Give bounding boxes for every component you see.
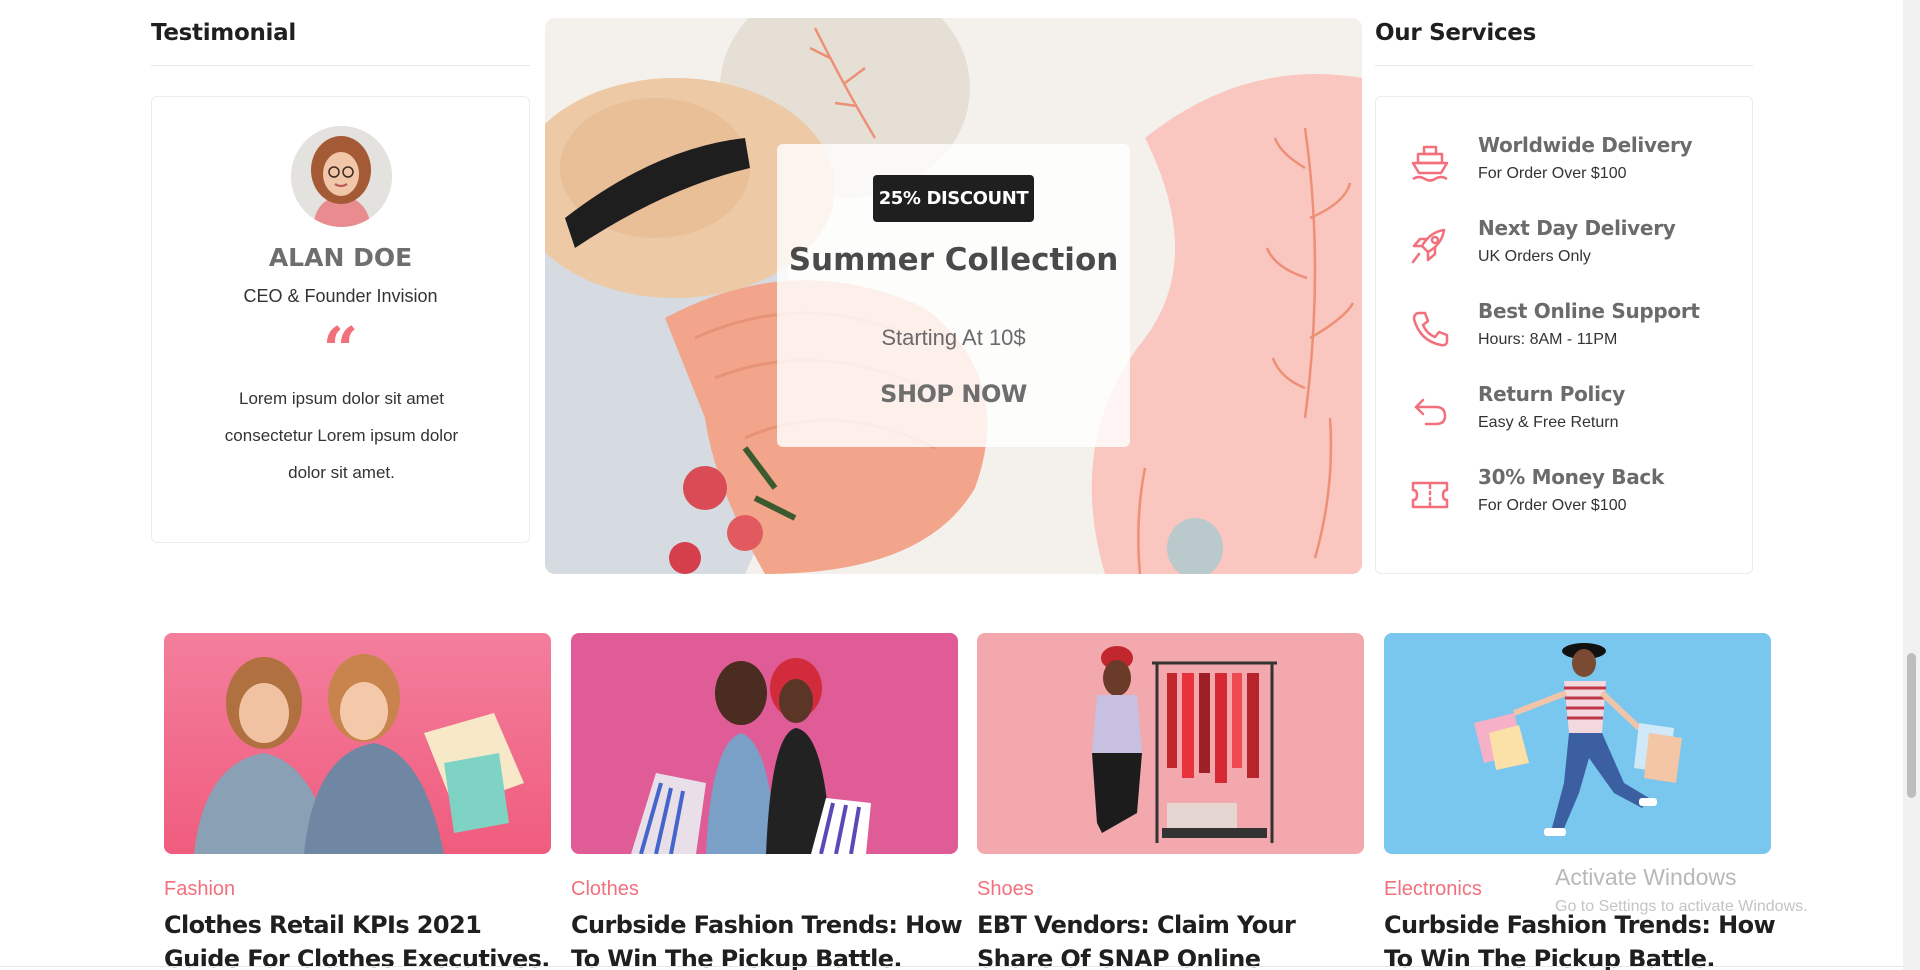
scrollbar-thumb[interactable]	[1907, 653, 1916, 798]
banner-content-panel: 25% DISCOUNT Summer Collection Starting …	[777, 144, 1130, 447]
services-card: Worldwide Delivery For Order Over $100 N…	[1375, 96, 1753, 574]
blog-image[interactable]	[164, 633, 551, 854]
return-arrow-icon	[1414, 398, 1447, 426]
blog-category[interactable]: Electronics	[1384, 878, 1482, 901]
service-subtitle: Hours: 8AM - 11PM	[1478, 331, 1618, 348]
activate-windows-subtitle: Go to Settings to activate Windows.	[1555, 898, 1808, 915]
banner-title: Summer Collection	[788, 242, 1119, 278]
blog-image[interactable]	[977, 633, 1364, 854]
service-item-worldwide-delivery: Worldwide Delivery For Order Over $100	[1376, 129, 1752, 199]
ticket-icon	[1411, 481, 1449, 509]
rocket-icon	[1411, 228, 1446, 264]
service-item-next-day-delivery: Next Day Delivery UK Orders Only	[1376, 212, 1752, 282]
page-bottom-divider	[0, 966, 1903, 967]
service-item-online-support: Best Online Support Hours: 8AM - 11PM	[1376, 295, 1752, 365]
services-heading-divider	[1375, 65, 1753, 66]
service-subtitle: For Order Over $100	[1478, 165, 1627, 182]
service-subtitle: Easy & Free Return	[1478, 414, 1619, 431]
service-title: Worldwide Delivery	[1478, 133, 1693, 157]
blog-title[interactable]: EBT Vendors: Claim Your Share Of SNAP On…	[977, 908, 1377, 970]
ship-icon	[1411, 145, 1449, 182]
blog-title[interactable]: Curbside Fashion Trends: How To Win The …	[571, 908, 971, 970]
service-title: Best Online Support	[1478, 299, 1700, 323]
activate-windows-title: Activate Windows	[1555, 864, 1737, 890]
shop-now-button[interactable]: SHOP NOW	[868, 376, 1039, 412]
quote-icon: “	[322, 313, 359, 386]
phone-icon	[1412, 311, 1449, 347]
summer-collection-banner[interactable]: 25% DISCOUNT Summer Collection Starting …	[545, 18, 1362, 574]
discount-badge: 25% DISCOUNT	[873, 175, 1034, 222]
testimonial-role: CEO & Founder Invision	[243, 286, 438, 306]
service-item-money-back: 30% Money Back For Order Over $100	[1376, 461, 1752, 531]
service-title: Next Day Delivery	[1478, 216, 1676, 240]
service-item-return-policy: Return Policy Easy & Free Return	[1376, 378, 1752, 448]
avatar	[291, 126, 392, 227]
blog-image[interactable]	[1384, 633, 1771, 854]
blog-category[interactable]: Fashion	[164, 878, 235, 901]
blog-category[interactable]: Clothes	[571, 878, 639, 901]
vertical-scrollbar[interactable]	[1903, 0, 1920, 970]
services-heading: Our Services	[1375, 20, 1536, 46]
service-subtitle: For Order Over $100	[1478, 497, 1627, 514]
testimonial-text: Lorem ipsum dolor sit amet consectetur L…	[224, 389, 459, 482]
banner-subtitle: Starting At 10$	[881, 325, 1026, 350]
testimonial-heading: Testimonial	[151, 20, 296, 46]
blog-title[interactable]: Clothes Retail KPIs 2021 Guide For Cloth…	[164, 908, 564, 970]
service-subtitle: UK Orders Only	[1478, 248, 1591, 265]
service-title: 30% Money Back	[1478, 465, 1664, 489]
service-title: Return Policy	[1478, 382, 1625, 406]
testimonial-heading-divider	[151, 65, 530, 66]
blog-title[interactable]: Curbside Fashion Trends: How To Win The …	[1384, 908, 1784, 970]
testimonial-card: ALAN DOE CEO & Founder Invision “ Lorem …	[151, 96, 530, 543]
blog-category[interactable]: Shoes	[977, 878, 1034, 901]
blog-image[interactable]	[571, 633, 958, 854]
testimonial-name: ALAN DOE	[268, 243, 413, 272]
